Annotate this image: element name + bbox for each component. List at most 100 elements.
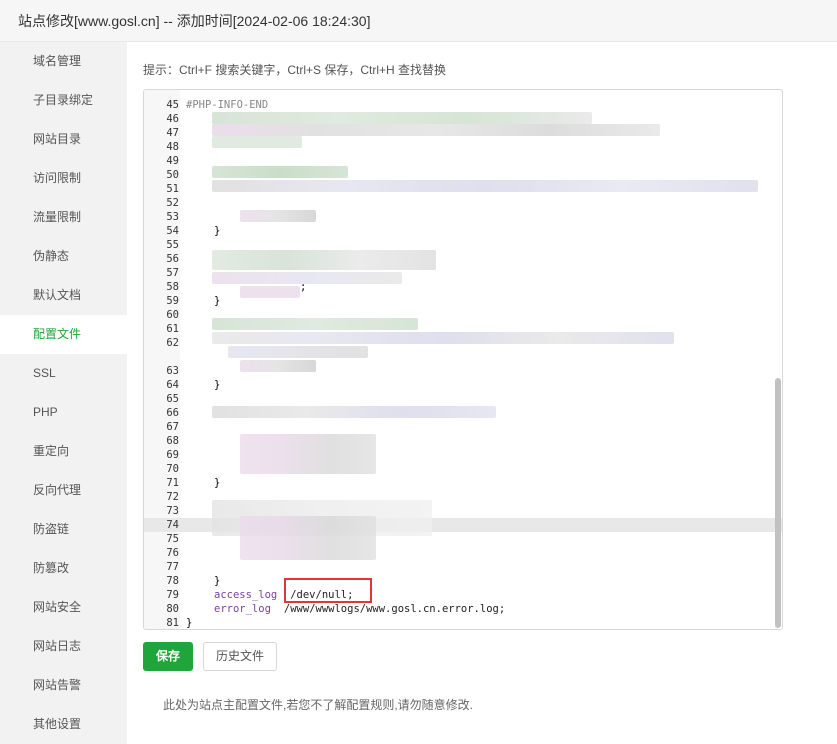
error-log-key: error_log <box>214 603 271 615</box>
line-number: 79 <box>166 589 179 601</box>
code-line: 79 access_log/dev/null; <box>144 588 782 602</box>
code-line: 54} <box>144 224 782 238</box>
line-number: 49 <box>166 155 179 167</box>
sidebar-item-site-log[interactable]: 网站日志 <box>0 627 127 666</box>
redacted-region <box>240 516 376 560</box>
line-number: 53 <box>166 211 179 223</box>
line-number: 59 <box>166 295 179 307</box>
sidebar-item-site-dir[interactable]: 网站目录 <box>0 120 127 159</box>
line-number: 77 <box>166 561 179 573</box>
redacted-region <box>212 180 758 192</box>
sidebar-item-other-settings[interactable]: 其他设置 <box>0 705 127 744</box>
sidebar-item-php[interactable]: PHP <box>0 393 127 432</box>
sidebar-item-ssl[interactable]: SSL <box>0 354 127 393</box>
line-number: 50 <box>166 169 179 181</box>
error-log-line: error_log/www/wwwlogs/www.gosl.cn.error.… <box>214 602 505 616</box>
line-number: 66 <box>166 407 179 419</box>
sidebar-item-config-file[interactable]: 配置文件 <box>0 315 127 354</box>
redacted-region <box>240 360 316 372</box>
highlight-box <box>284 578 372 603</box>
line-number: 55 <box>166 239 179 251</box>
line-number: 52 <box>166 197 179 209</box>
code-line: 77 <box>144 560 782 574</box>
line-number: 45 <box>166 99 179 111</box>
sidebar-item-traffic-limit[interactable]: 流量限制 <box>0 198 127 237</box>
line-number: 57 <box>166 267 179 279</box>
code-brace: } <box>186 617 193 629</box>
line-number: 62 <box>166 337 179 349</box>
code-brace: } <box>214 295 221 307</box>
line-number: 63 <box>166 365 179 377</box>
sidebar-item-domain[interactable]: 域名管理 <box>0 42 127 81</box>
window-titlebar: 站点修改[www.gosl.cn] -- 添加时间[2024-02-06 18:… <box>0 0 837 42</box>
code-line: 64} <box>144 378 782 392</box>
redacted-region <box>212 318 418 330</box>
code-line: 45 <box>144 98 782 112</box>
error-log-value: /www/wwwlogs/www.gosl.cn.error.log; <box>283 603 506 615</box>
editor-scrollbar[interactable] <box>775 378 781 628</box>
sidebar-item-hotlink[interactable]: 防盗链 <box>0 510 127 549</box>
line-number: 60 <box>166 309 179 321</box>
sidebar-item-reverse-proxy[interactable]: 反向代理 <box>0 471 127 510</box>
sidebar-item-default-doc[interactable]: 默认文档 <box>0 276 127 315</box>
line-number: 61 <box>166 323 179 335</box>
code-line: 78} <box>144 574 782 588</box>
line-number: 51 <box>166 183 179 195</box>
redacted-region <box>212 250 436 270</box>
line-number: 67 <box>166 421 179 433</box>
sidebar-item-subdir-binding[interactable]: 子目录绑定 <box>0 81 127 120</box>
line-number: 78 <box>166 575 179 587</box>
code-brace: } <box>214 225 221 237</box>
redacted-region <box>212 272 402 284</box>
line-number: 68 <box>166 435 179 447</box>
line-number: 74 <box>166 519 179 531</box>
line-number: 54 <box>166 225 179 237</box>
line-number: 73 <box>166 505 179 517</box>
line-number: 46 <box>166 113 179 125</box>
redacted-region <box>212 166 348 178</box>
code-line: 71} <box>144 476 782 490</box>
sidebar-item-tamper-proof[interactable]: 防篡改 <box>0 549 127 588</box>
sidebar-item-redirect[interactable]: 重定向 <box>0 432 127 471</box>
code-line: 81} <box>144 616 782 629</box>
line-number: 56 <box>166 253 179 265</box>
redacted-region <box>240 434 376 474</box>
line-number: 72 <box>166 491 179 503</box>
code-line-partial: #PHP-INFO-END <box>144 90 782 111</box>
sidebar-item-site-alert[interactable]: 网站告警 <box>0 666 127 705</box>
editor-hint: 提示：Ctrl+F 搜索关键字，Ctrl+S 保存，Ctrl+H 查找替换 <box>143 63 447 77</box>
line-number: 65 <box>166 393 179 405</box>
code-brace: } <box>214 477 221 489</box>
sidebar: 域名管理 子目录绑定 网站目录 访问限制 流量限制 伪静态 默认文档 配置文件 … <box>0 42 127 744</box>
sidebar-item-rewrite[interactable]: 伪静态 <box>0 237 127 276</box>
line-number: 80 <box>166 603 179 615</box>
line-number: 75 <box>166 533 179 545</box>
sidebar-item-access-limit[interactable]: 访问限制 <box>0 159 127 198</box>
line-number: 64 <box>166 379 179 391</box>
history-file-button[interactable]: 历史文件 <box>203 642 277 671</box>
line-number: 70 <box>166 463 179 475</box>
line-number: 47 <box>166 127 179 139</box>
sidebar-item-site-security[interactable]: 网站安全 <box>0 588 127 627</box>
code-line: 65 <box>144 392 782 406</box>
line-number: 69 <box>166 449 179 461</box>
redacted-region <box>212 136 302 148</box>
line-number: 48 <box>166 141 179 153</box>
code-brace: } <box>214 575 221 587</box>
config-editor[interactable]: #PHP-INFO-END 45 46 47 48 49 50 51 52 53 54} 55 56 5… <box>143 89 783 630</box>
code-line: 80 error_log/www/wwwlogs/www.gosl.cn.erro… <box>144 602 782 616</box>
redacted-region <box>212 124 660 136</box>
code-line: 52 <box>144 196 782 210</box>
line-number: 81 <box>166 617 179 629</box>
redacted-region <box>212 406 496 418</box>
save-button[interactable]: 保存 <box>143 642 193 671</box>
redacted-region <box>240 286 300 298</box>
window-title: 站点修改[www.gosl.cn] -- 添加时间[2024-02-06 18:… <box>18 13 371 29</box>
line-number: 58 <box>166 281 179 293</box>
redacted-region <box>228 346 368 358</box>
code-line: 67 <box>144 420 782 434</box>
line-number: 71 <box>166 477 179 489</box>
code-brace: } <box>214 379 221 391</box>
redacted-region <box>212 112 592 124</box>
config-warning-note: 此处为站点主配置文件,若您不了解配置规则,请勿随意修改. <box>163 698 474 712</box>
